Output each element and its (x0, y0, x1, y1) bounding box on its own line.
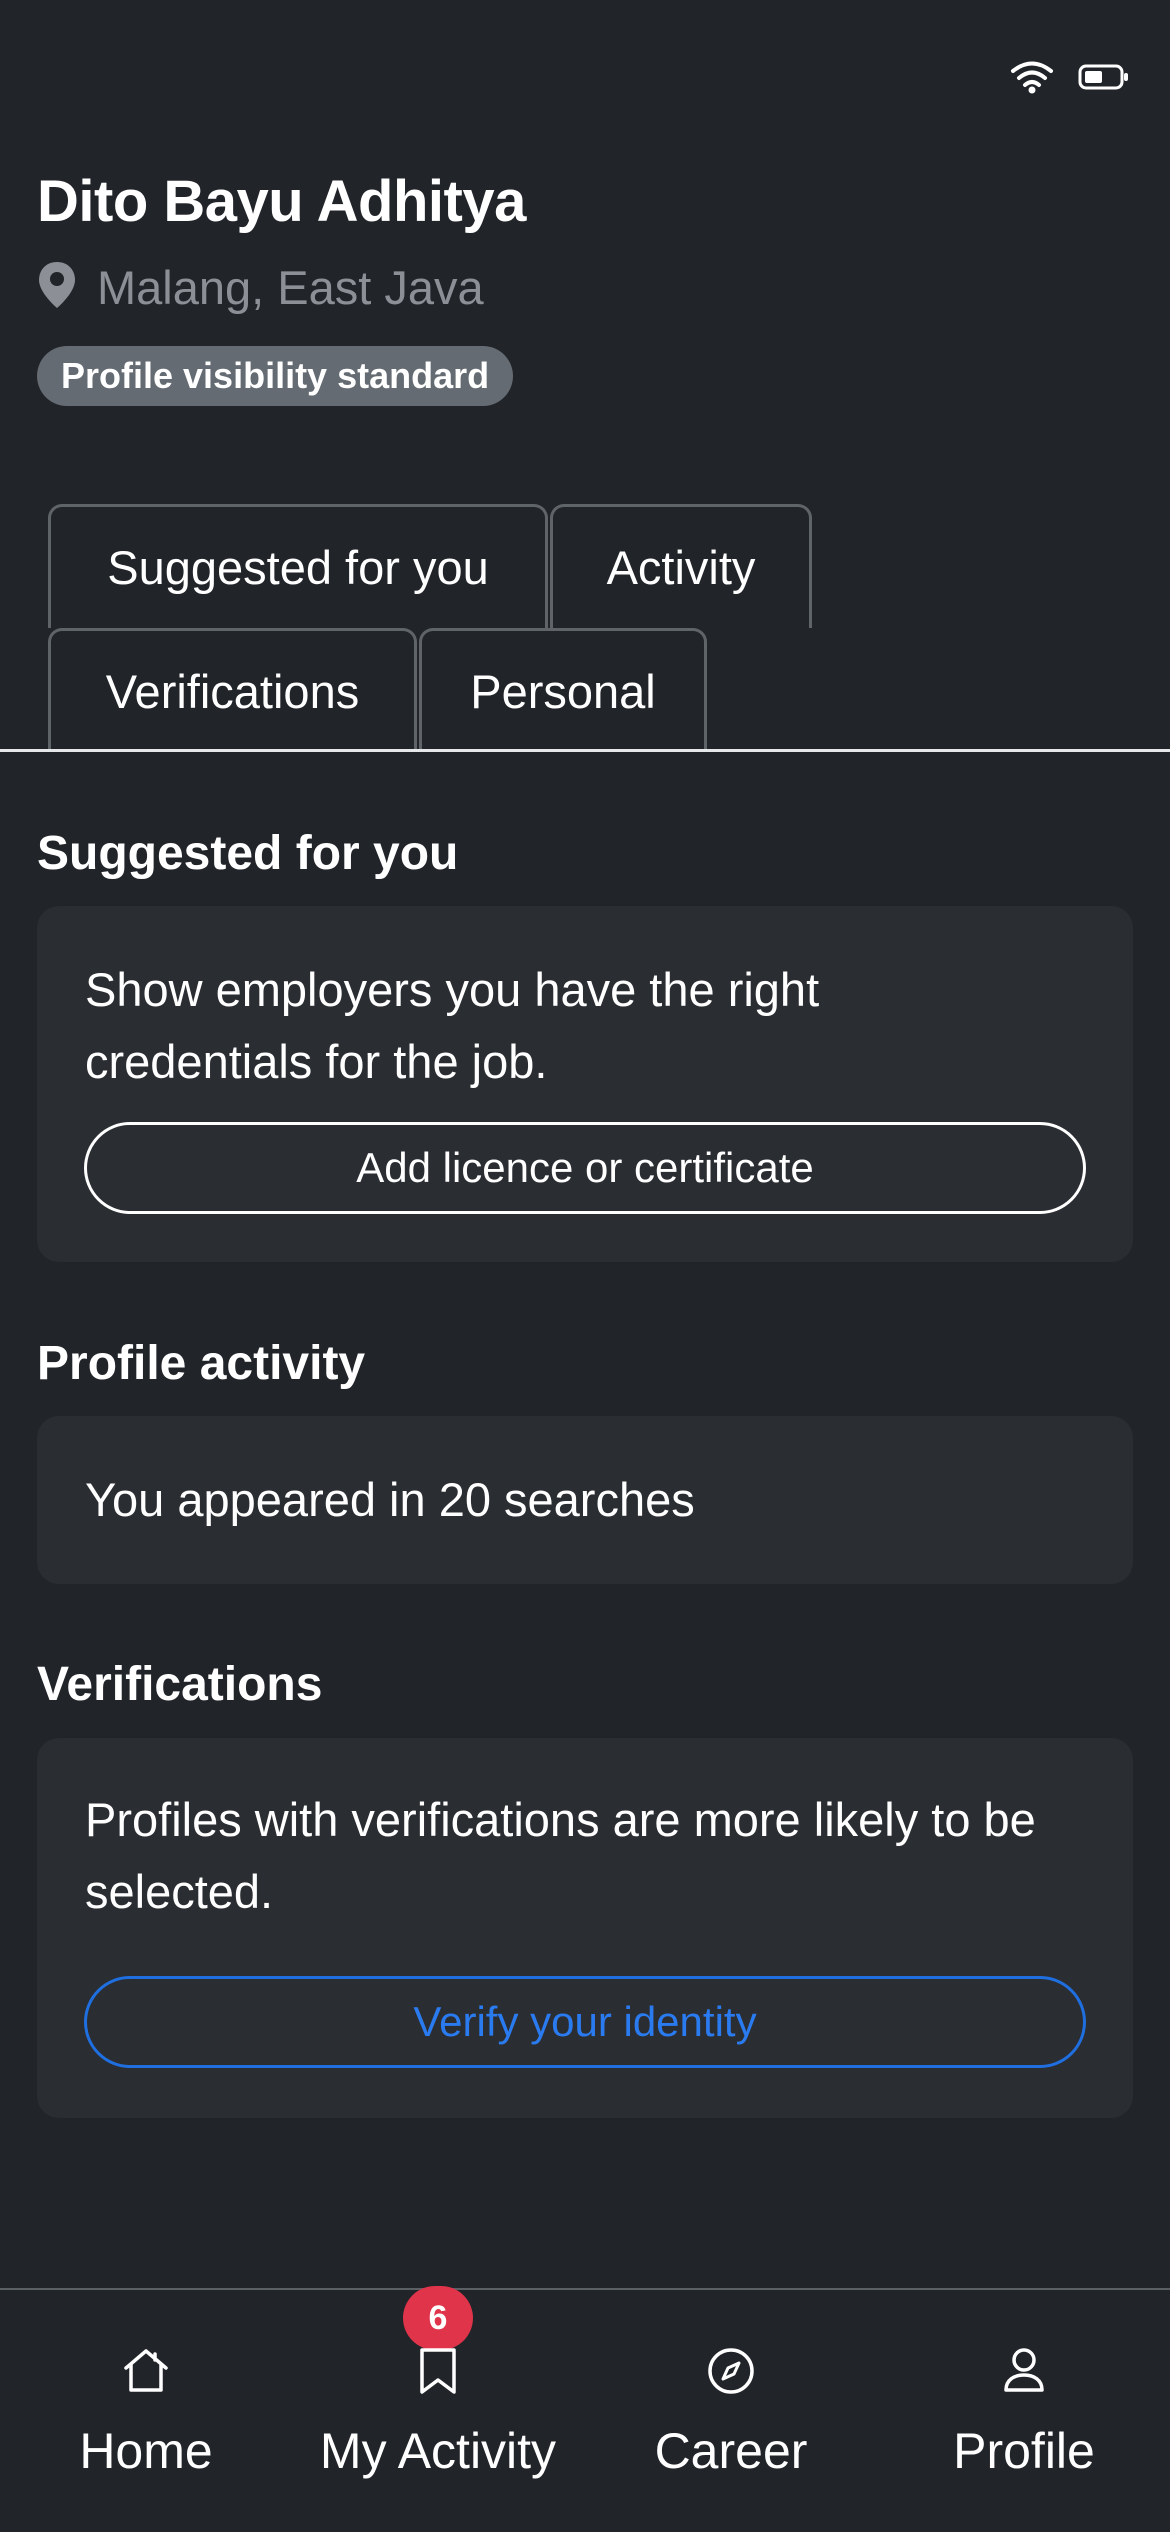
verifications-card-text: Profiles with verifications are more lik… (85, 1793, 1036, 1918)
status-bar (1010, 60, 1130, 94)
wifi-icon (1010, 60, 1054, 94)
nav-career-label: Career (654, 2423, 808, 2479)
activity-card-text: You appeared in 20 searches (85, 1473, 695, 1526)
nav-career[interactable]: Career (585, 2290, 877, 2532)
profile-screen: Dito Bayu Adhitya Malang, East Java Prof… (0, 0, 1170, 2532)
nav-my-activity[interactable]: 6 My Activity (292, 2286, 584, 2532)
activity-count-badge: 6 (403, 2286, 473, 2350)
suggested-card: Show employers you have the right creden… (37, 906, 1133, 1262)
nav-profile[interactable]: Profile (878, 2290, 1170, 2532)
nav-my-activity-label: My Activity (319, 2423, 557, 2479)
verify-identity-button[interactable]: Verify your identity (84, 1976, 1086, 2068)
compass-icon (706, 2346, 756, 2401)
bottom-nav: Home 6 My Activity Career Profile (0, 2286, 1170, 2532)
profile-tabs: Suggested for you Activity Verifications… (0, 504, 1170, 752)
home-icon (121, 2346, 171, 2399)
nav-home-label: Home (79, 2423, 213, 2479)
suggested-section-title: Suggested for you (37, 827, 459, 880)
tab-suggested-for-you[interactable]: Suggested for you (48, 504, 548, 628)
add-licence-button[interactable]: Add licence or certificate (84, 1122, 1086, 1214)
person-icon (1001, 2346, 1047, 2399)
profile-name: Dito Bayu Adhitya (37, 169, 526, 234)
profile-location: Malang, East Java (37, 260, 484, 315)
bookmark-icon (416, 2346, 460, 2401)
activity-section-title: Profile activity (37, 1337, 366, 1390)
nav-home[interactable]: Home (0, 2290, 292, 2532)
profile-visibility-badge[interactable]: Profile visibility standard (37, 346, 514, 406)
tabs-divider (0, 749, 1170, 752)
tab-personal[interactable]: Personal (419, 628, 707, 752)
location-text: Malang, East Java (97, 261, 484, 314)
location-pin-icon (37, 260, 77, 315)
nav-profile-label: Profile (953, 2423, 1095, 2479)
verifications-card: Profiles with verifications are more lik… (37, 1738, 1133, 2118)
suggested-card-text: Show employers you have the right creden… (85, 963, 820, 1088)
activity-card[interactable]: You appeared in 20 searches (37, 1416, 1133, 1584)
tab-verifications[interactable]: Verifications (48, 628, 417, 752)
verifications-section-title: Verifications (37, 1658, 323, 1711)
battery-icon (1078, 63, 1130, 91)
tab-activity[interactable]: Activity (550, 504, 812, 628)
